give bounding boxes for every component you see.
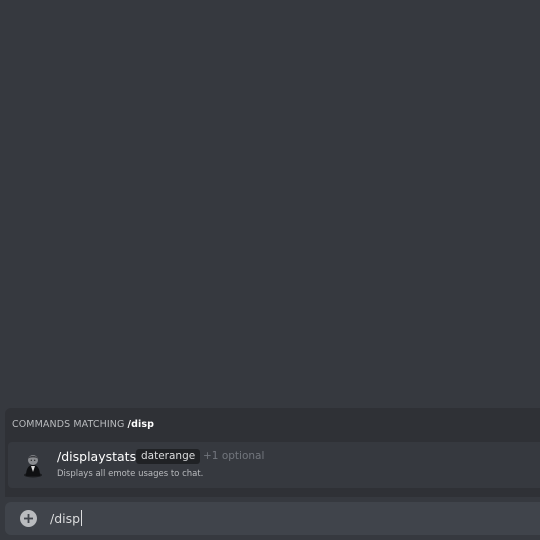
message-input-bar: /disp <box>5 502 540 535</box>
bot-avatar-icon <box>22 452 44 478</box>
header-prefix: COMMANDS MATCHING <box>12 419 128 430</box>
text-caret <box>81 510 83 526</box>
command-optional-count: +1 optional <box>203 450 265 462</box>
command-param-chip: daterange <box>136 449 201 464</box>
message-input-value: /disp <box>50 510 81 526</box>
message-input[interactable]: /disp <box>50 510 83 526</box>
plus-circle-icon[interactable] <box>20 510 37 527</box>
command-description: Displays all emote usages to chat. <box>57 469 204 479</box>
command-name: /displaystats <box>57 449 137 464</box>
command-autocomplete-popup: COMMANDS MATCHING /disp /displaystats da… <box>5 408 540 497</box>
command-suggestion-displaystats[interactable]: /displaystats daterange +1 optional Disp… <box>8 442 540 488</box>
message-area <box>0 0 540 408</box>
autocomplete-header: COMMANDS MATCHING /disp <box>12 419 154 430</box>
header-query: /disp <box>127 419 155 430</box>
